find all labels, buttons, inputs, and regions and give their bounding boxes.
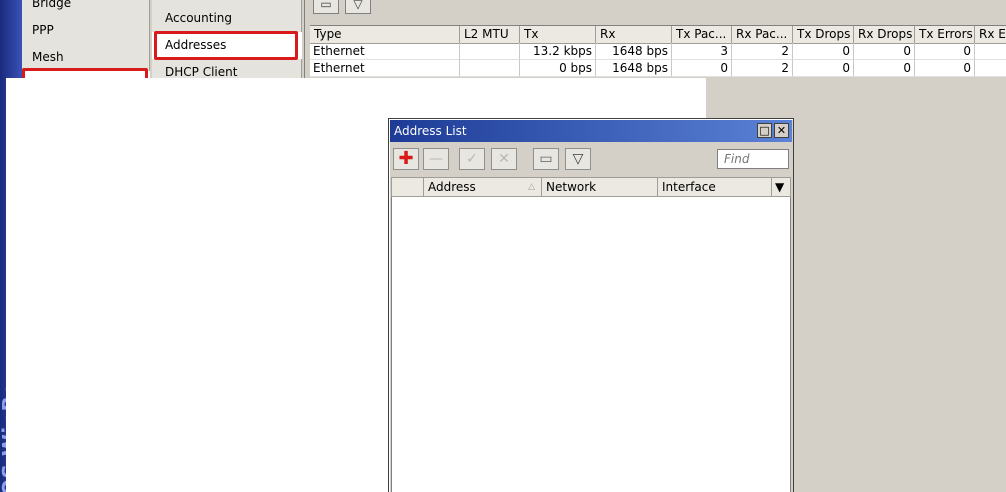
column-header[interactable]: L2 MTU — [460, 26, 520, 44]
column-address[interactable]: Address △ — [424, 178, 542, 196]
table-cell: 0 — [854, 60, 915, 77]
table-cell — [460, 60, 520, 77]
sort-asc-icon: △ — [528, 182, 535, 192]
table-cell: 2 — [732, 43, 793, 60]
filter-icon: ▽ — [353, 0, 363, 11]
column-header[interactable]: Tx Drops — [793, 26, 854, 44]
address-table-header: Address △ Network Interface ▼ — [391, 177, 791, 197]
submenu-item-accounting[interactable]: Accounting — [152, 5, 302, 32]
column-chooser-button[interactable]: ▼ — [772, 178, 790, 196]
table-row[interactable]: Ethernet 13.2 kbps 1648 bps 3 2 0 0 0 — [310, 43, 1006, 60]
column-header[interactable]: Tx — [520, 26, 596, 44]
table-cell: 0 — [672, 60, 732, 77]
interfaces-toolbar: ▭ ▽ — [305, 0, 1006, 24]
filter-icon: ▽ — [572, 151, 584, 167]
table-cell: 0 — [915, 43, 975, 60]
column-header[interactable]: Rx Pac... — [732, 26, 793, 44]
table-cell: 0 — [793, 60, 854, 77]
column-header[interactable]: Type — [310, 26, 460, 44]
column-header[interactable]: Rx Drops — [854, 26, 915, 44]
menu-item-ppp[interactable]: PPP — [22, 17, 150, 44]
addresses-highlight-box — [154, 31, 298, 60]
find-input[interactable] — [717, 149, 789, 169]
address-toolbar: ✚ — ✓ ✕ ▭ ▽ — [389, 145, 793, 173]
comment-icon: ▭ — [320, 0, 332, 11]
menu-item-label: Bridge — [32, 0, 72, 10]
window-title-bar[interactable]: Address List □ ✕ — [390, 120, 792, 142]
table-cell: 0 — [915, 60, 975, 77]
interfaces-table: Type L2 MTU Tx Rx Tx Pac... Rx Pac... Tx Drops… — [310, 25, 1006, 77]
table-cell: 1648 bps — [596, 43, 672, 60]
table-cell: 13.2 kbps — [520, 43, 596, 60]
menu-item-label: Mesh — [32, 50, 64, 64]
comment-button[interactable]: ▭ — [313, 0, 339, 14]
table-cell: Ethernet — [310, 60, 460, 77]
filter-button-addr[interactable]: ▽ — [565, 148, 591, 170]
table-row[interactable]: Ethernet 0 bps 1648 bps 0 2 0 0 0 — [310, 60, 1006, 77]
disable-button[interactable]: ✕ — [491, 148, 517, 170]
table-cell — [460, 43, 520, 60]
column-network[interactable]: Network — [542, 178, 658, 196]
table-cell: 0 — [793, 43, 854, 60]
menu-item-label: PPP — [32, 23, 54, 37]
enable-icon: ✓ — [466, 151, 478, 167]
maximize-icon: □ — [759, 124, 770, 137]
add-icon: ✚ — [398, 148, 414, 169]
window-title: Address List — [394, 124, 467, 138]
table-cell: 1648 bps — [596, 60, 672, 77]
table-cell — [975, 60, 1006, 77]
enable-button[interactable]: ✓ — [459, 148, 485, 170]
close-icon: ✕ — [776, 124, 787, 137]
add-button[interactable]: ✚ — [393, 148, 419, 170]
menu-item-bridge[interactable]: Bridge — [22, 0, 150, 17]
remove-button[interactable]: — — [423, 148, 449, 170]
column-spacer — [392, 178, 424, 196]
table-cell: 3 — [672, 43, 732, 60]
table-cell: Ethernet — [310, 43, 460, 60]
comment-icon: ▭ — [539, 151, 553, 167]
table-cell — [975, 43, 1006, 60]
menu-item-mesh[interactable]: Mesh — [22, 44, 150, 71]
table-cell: 0 — [854, 43, 915, 60]
column-header[interactable]: Rx E — [975, 26, 1006, 44]
disable-icon: ✕ — [498, 151, 510, 167]
filter-button[interactable]: ▽ — [345, 0, 371, 14]
maximize-button[interactable]: □ — [757, 123, 772, 138]
column-header[interactable]: Rx — [596, 26, 672, 44]
comment-button-addr[interactable]: ▭ — [533, 148, 559, 170]
column-header[interactable]: Tx Errors — [915, 26, 975, 44]
address-table-body — [391, 197, 791, 492]
chevron-down-icon: ▼ — [775, 180, 785, 194]
column-header[interactable]: Tx Pac... — [672, 26, 732, 44]
column-interface[interactable]: Interface — [658, 178, 772, 196]
close-button[interactable]: ✕ — [774, 123, 789, 138]
remove-icon: — — [429, 151, 443, 167]
table-cell: 0 bps — [520, 60, 596, 77]
address-list-window: Address List □ ✕ ✚ — ✓ ✕ ▭ ▽ Address — [388, 118, 794, 492]
interfaces-table-header: Type L2 MTU Tx Rx Tx Pac... Rx Pac... Tx Drops… — [310, 26, 1006, 44]
table-cell: 2 — [732, 60, 793, 77]
